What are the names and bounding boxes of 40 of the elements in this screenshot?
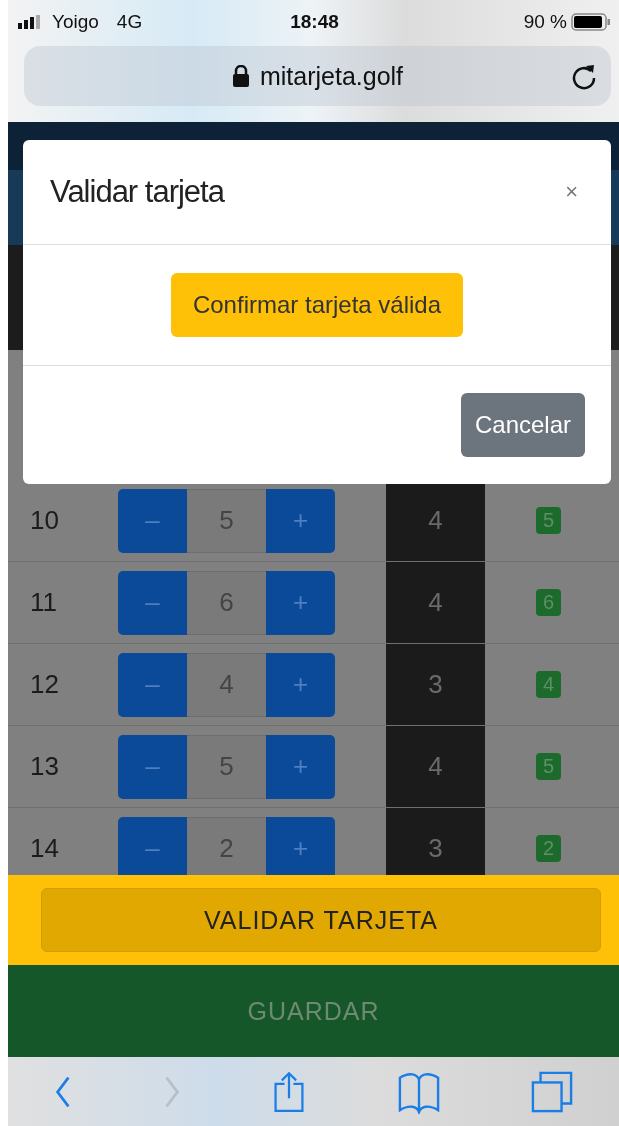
battery-icon bbox=[571, 13, 611, 31]
increment-button[interactable]: + bbox=[266, 734, 335, 799]
tabs-icon[interactable] bbox=[531, 1069, 574, 1114]
url-text: mitarjeta.golf bbox=[259, 61, 404, 91]
validate-card-button[interactable]: VALIDAR TARJETA bbox=[41, 888, 601, 952]
decrement-button[interactable]: – bbox=[118, 734, 187, 799]
increment-button[interactable]: + bbox=[266, 816, 335, 875]
lock-icon bbox=[231, 65, 250, 87]
par-cell: 4 bbox=[386, 726, 485, 807]
hole-number: 11 bbox=[29, 587, 58, 618]
decrement-button[interactable]: – bbox=[118, 570, 187, 635]
hole-number: 10 bbox=[29, 505, 60, 536]
confirm-button[interactable]: Confirmar tarjeta válida bbox=[170, 273, 464, 337]
clock: 18:48 bbox=[289, 11, 340, 33]
increment-button[interactable]: + bbox=[266, 488, 335, 553]
close-button[interactable]: × bbox=[559, 178, 584, 206]
hole-number: 12 bbox=[29, 669, 60, 700]
reload-icon[interactable] bbox=[571, 62, 597, 90]
battery-percent: 90 % bbox=[523, 11, 567, 33]
hole-number: 13 bbox=[29, 751, 60, 782]
decrement-button[interactable]: – bbox=[118, 652, 187, 717]
carrier-name: Yoigo bbox=[52, 11, 99, 33]
score-badge: 6 bbox=[536, 589, 562, 616]
share-icon[interactable] bbox=[272, 1069, 307, 1114]
score-badge: 2 bbox=[536, 835, 562, 862]
par-cell: 3 bbox=[386, 808, 485, 875]
par-cell: 3 bbox=[386, 644, 485, 725]
cancel-button[interactable]: Cancelar bbox=[460, 393, 585, 457]
address-bar[interactable]: mitarjeta.golf bbox=[24, 46, 611, 106]
increment-button[interactable]: + bbox=[266, 652, 335, 717]
decrement-button[interactable]: – bbox=[118, 816, 187, 875]
increment-button[interactable]: + bbox=[266, 570, 335, 635]
score-badge: 5 bbox=[536, 753, 562, 780]
dialog-title: Validar tarjeta bbox=[50, 174, 224, 210]
network-type: 4G bbox=[116, 11, 143, 33]
score-badge: 4 bbox=[536, 671, 562, 698]
par-cell: 4 bbox=[386, 562, 485, 643]
score-badge: 5 bbox=[536, 507, 562, 534]
decrement-button[interactable]: – bbox=[118, 488, 187, 553]
hole-number: 14 bbox=[29, 833, 60, 864]
